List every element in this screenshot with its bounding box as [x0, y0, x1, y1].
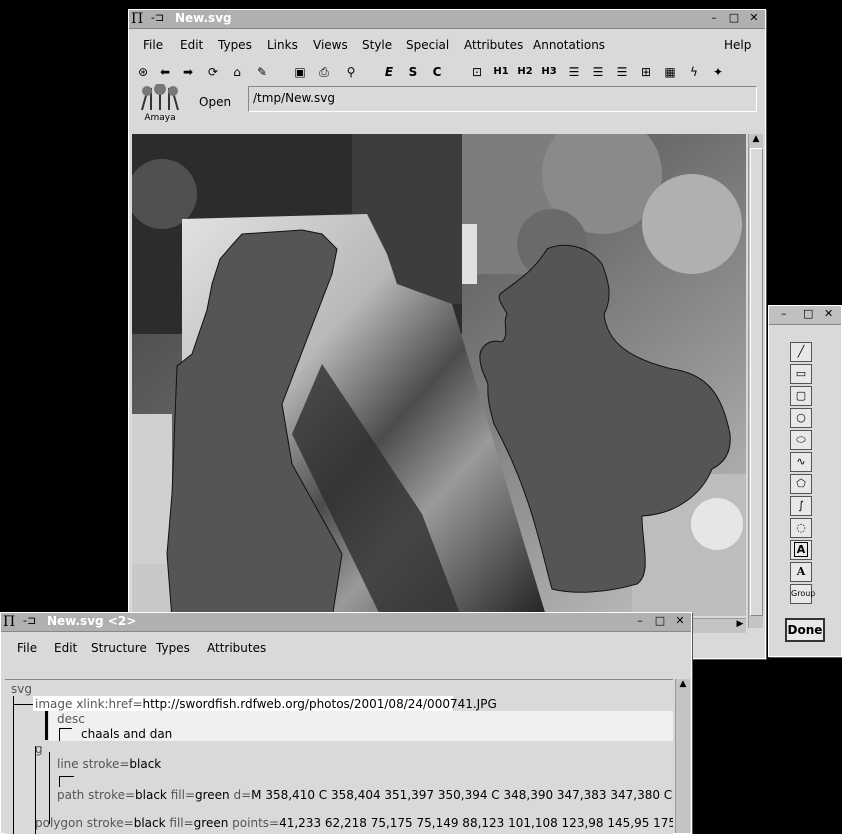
close-icon[interactable]: ✕	[673, 614, 687, 628]
tree-node-polygon[interactable]: polygon stroke=black fill=green points=4…	[35, 816, 673, 830]
menu-attributes[interactable]: Attributes	[207, 641, 266, 655]
graphics-palette: – □ ✕ ╱ ▭ ▢ ○ ⬭ ∿ ⬠ ∫ ◌ A A Group Done	[768, 305, 842, 657]
menu-annotations[interactable]: Annotations	[533, 38, 605, 52]
amaya-logo-icon: Π	[131, 11, 144, 27]
structure-titlebar[interactable]: Π -⊐ New.svg <2> – □ ✕	[1, 613, 691, 632]
find-icon[interactable]: ⚲	[342, 63, 360, 81]
scroll-right-icon[interactable]: ▶	[734, 619, 746, 629]
print-icon[interactable]: ⎙	[315, 63, 333, 81]
menu-links[interactable]: Links	[267, 38, 298, 52]
scroll-up-icon[interactable]: ▲	[749, 134, 763, 146]
polyline-tool-icon[interactable]: ∿	[790, 452, 812, 472]
palette-maximize-icon[interactable]: □	[803, 307, 813, 320]
minimize-icon[interactable]: –	[633, 614, 647, 628]
scroll-up-icon[interactable]: ▲	[676, 679, 690, 691]
bullet-list-icon[interactable]: ☰	[565, 63, 583, 81]
palette-titlebar[interactable]: – □ ✕	[769, 306, 841, 325]
done-button[interactable]: Done	[785, 618, 825, 642]
heading1-icon[interactable]: H1	[492, 63, 510, 81]
menu-help[interactable]: Help	[724, 38, 751, 52]
url-value: /tmp/New.svg	[253, 91, 335, 105]
maximize-icon[interactable]: □	[653, 614, 667, 628]
back-arrow-icon[interactable]: ⬅	[156, 63, 174, 81]
tree-node-path[interactable]: path stroke=black fill=green d=M 358,410…	[57, 788, 673, 802]
heading3-icon[interactable]: H3	[540, 63, 558, 81]
menu-structure[interactable]: Structure	[91, 641, 147, 655]
polygon-tool-icon[interactable]: ⬠	[790, 474, 812, 494]
text-node-icon	[59, 728, 72, 741]
tree-node-image-label: image xlink:href=http://swordfish.rdfweb…	[35, 697, 497, 711]
tree-node-g[interactable]: g	[35, 742, 43, 756]
menu-style[interactable]: Style	[362, 38, 392, 52]
strong-icon[interactable]: S	[404, 63, 422, 81]
vertical-scrollbar[interactable]: ▲	[748, 134, 763, 628]
text-box-tool-icon[interactable]: A	[790, 540, 812, 560]
table-icon[interactable]: ▦	[661, 63, 679, 81]
home-icon[interactable]: ⌂	[228, 63, 246, 81]
code-icon[interactable]: C	[428, 63, 446, 81]
maximize-icon[interactable]: □	[727, 11, 741, 25]
window-title: New.svg	[175, 11, 232, 25]
menu-edit[interactable]: Edit	[180, 38, 203, 52]
document-canvas[interactable]	[132, 134, 746, 616]
spline-tool-icon[interactable]: ∫	[790, 496, 812, 516]
main-window: Π -⊐ New.svg – □ ✕ File Edit Types Links…	[128, 9, 766, 659]
rectangle-tool-icon[interactable]: ▭	[790, 364, 812, 384]
save-icon[interactable]: ▣	[291, 63, 309, 81]
amaya-tree-logo: Amaya	[137, 83, 183, 123]
emphasis-icon[interactable]: E	[380, 63, 398, 81]
structure-menubar: File Edit Structure Types Attributes	[1, 637, 691, 661]
main-menubar: File Edit Types Links Views Style Specia…	[129, 34, 765, 58]
circle-tool-icon[interactable]: ○	[790, 408, 812, 428]
structure-tree-pane[interactable]: svg image xlink:href=http://swordfish.rd…	[5, 679, 673, 834]
scroll-thumb[interactable]	[750, 148, 763, 616]
pin-icon[interactable]: -⊐	[23, 614, 36, 627]
closed-spline-tool-icon[interactable]: ◌	[790, 518, 812, 538]
menu-edit[interactable]: Edit	[54, 641, 77, 655]
tree-node-line[interactable]: line stroke=black	[57, 757, 161, 771]
heading2-icon[interactable]: H2	[516, 63, 534, 81]
amaya-logo-icon: Π	[3, 614, 16, 630]
group-tool-button[interactable]: Group	[790, 584, 815, 604]
palette-minimize-icon[interactable]: –	[781, 307, 787, 320]
ellipse-tool-icon[interactable]: ⬭	[790, 430, 812, 450]
math-icon[interactable]: ϟ	[685, 63, 703, 81]
url-field[interactable]: /tmp/New.svg	[248, 86, 757, 112]
definition-list-icon[interactable]: ☰	[613, 63, 631, 81]
structure-scrollbar[interactable]: ▲	[675, 679, 690, 833]
menu-types[interactable]: Types	[156, 641, 190, 655]
empty-node-icon	[59, 776, 74, 787]
menu-special[interactable]: Special	[406, 38, 449, 52]
pin-icon[interactable]: -⊐	[151, 11, 164, 24]
menu-file[interactable]: File	[17, 641, 37, 655]
reload-icon[interactable]: ⟳	[204, 63, 222, 81]
link-icon[interactable]: ⊞	[637, 63, 655, 81]
structure-window: Π -⊐ New.svg <2> – □ ✕ File Edit Structu…	[0, 612, 692, 834]
logo-caption: Amaya	[144, 113, 176, 123]
tree-logo-icon	[141, 83, 179, 111]
rounded-rect-tool-icon[interactable]: ▢	[790, 386, 812, 406]
tree-node-desc-text[interactable]: chaals and dan	[81, 727, 172, 741]
tree-node-desc[interactable]: desc	[57, 712, 85, 726]
svg-drawing	[132, 134, 746, 616]
edit-pencil-icon[interactable]: ✎	[253, 63, 271, 81]
structure-title: New.svg <2>	[47, 614, 137, 628]
main-titlebar[interactable]: Π -⊐ New.svg – □ ✕	[129, 10, 765, 29]
graphics-icon[interactable]: ✦	[709, 63, 727, 81]
minimize-icon[interactable]: –	[707, 11, 721, 25]
menu-types[interactable]: Types	[218, 38, 252, 52]
forward-arrow-icon[interactable]: ➡	[179, 63, 197, 81]
close-icon[interactable]: ✕	[747, 11, 761, 25]
numbered-list-icon[interactable]: ☰	[589, 63, 607, 81]
menu-attributes[interactable]: Attributes	[464, 38, 523, 52]
open-label: Open	[199, 95, 232, 109]
line-tool-icon[interactable]: ╱	[790, 342, 812, 362]
stop-icon[interactable]: ⊛	[134, 63, 152, 81]
image-icon[interactable]: ⊡	[468, 63, 486, 81]
palette-close-icon[interactable]: ✕	[824, 307, 833, 320]
tree-node-svg[interactable]: svg	[11, 682, 32, 696]
menu-file[interactable]: File	[143, 38, 163, 52]
text-tool-icon[interactable]: A	[790, 562, 812, 582]
menu-views[interactable]: Views	[313, 38, 348, 52]
